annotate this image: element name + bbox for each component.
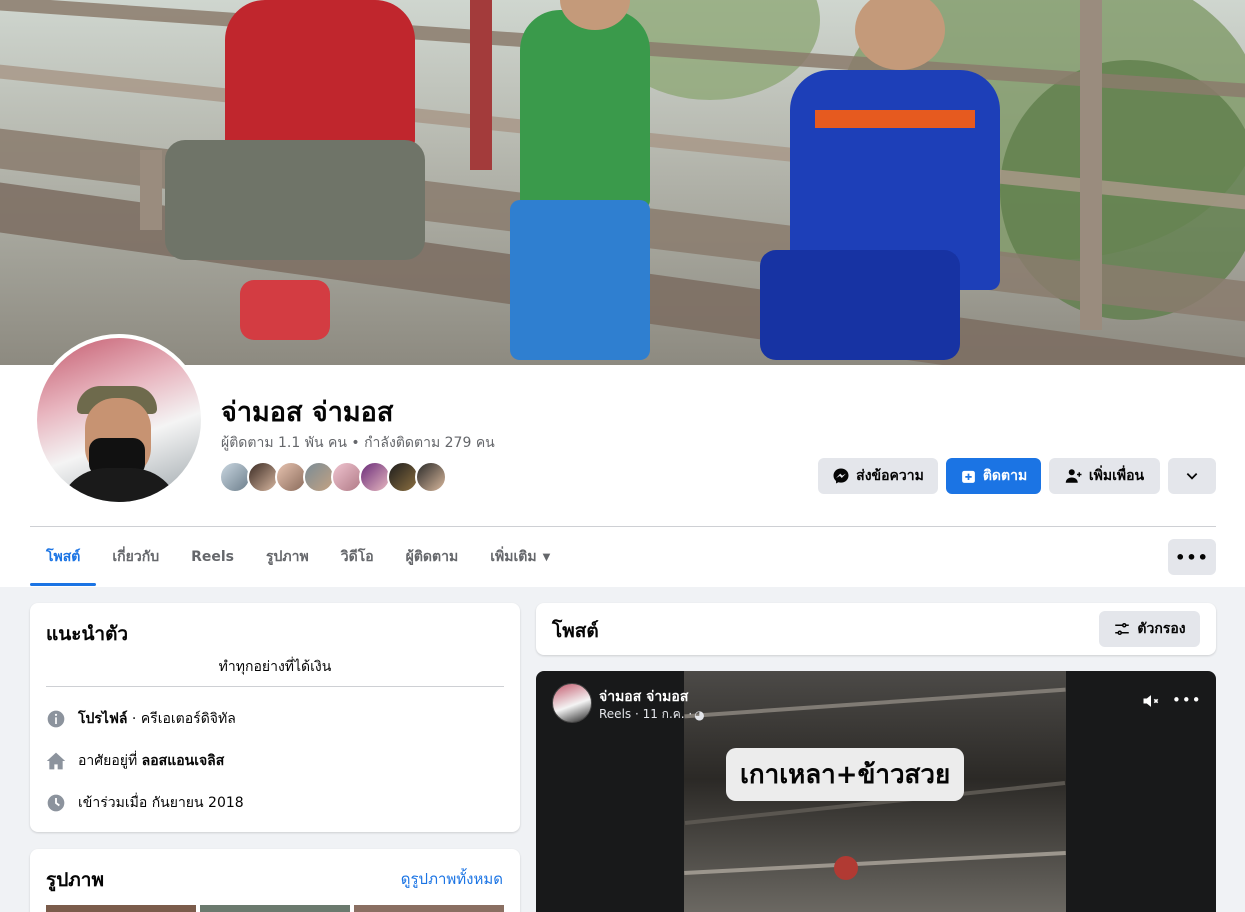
follow-label: ติดตาม: [982, 468, 1028, 484]
caret-down-icon: ▼: [542, 551, 551, 563]
photo-thumbnail[interactable]: [200, 905, 350, 912]
lives-in-prefix: อาศัยอยู่ที่: [78, 753, 142, 769]
filter-icon: [1115, 623, 1130, 635]
tab-more-label: เพิ่มเติม: [490, 549, 537, 565]
add-friend-label: เพิ่มเพื่อน: [1088, 468, 1145, 484]
photos-title: รูปภาพ: [46, 869, 104, 891]
profile-tabs: โพสต์ เกี่ยวกับ Reels รูปภาพ วิดีโอ ผู้ต…: [30, 528, 566, 586]
post-author-avatar[interactable]: [552, 683, 592, 723]
mute-icon[interactable]: [1140, 691, 1162, 715]
tabs-more-options-button[interactable]: •••: [1168, 539, 1216, 575]
cover-person-doraemon-outfit: [520, 10, 650, 210]
filter-button[interactable]: ตัวกรอง: [1099, 611, 1200, 647]
profile-type-label: โปรไฟล์: [78, 711, 128, 727]
intro-card: แนะนำตัว ทำทุกอย่างที่ได้เงิน โปรไฟล์ · …: [30, 603, 520, 832]
post-meta-text: Reels · 11 ก.ค. ·: [599, 707, 693, 721]
lives-in-city-link[interactable]: ลอสแอนเจลิส: [142, 753, 225, 769]
cover-person-camo-pants: [165, 140, 425, 260]
photos-card: รูปภาพ ดูรูปภาพทั้งหมด: [30, 849, 520, 912]
cover-photo[interactable]: [0, 0, 1245, 365]
tab-posts[interactable]: โพสต์: [30, 528, 97, 586]
cover-person-red-shirt: [225, 0, 415, 150]
globe-icon: ◕: [694, 707, 705, 722]
clock-icon: [46, 793, 66, 813]
friend-avatars[interactable]: [219, 461, 447, 493]
see-all-photos-link[interactable]: ดูรูปภาพทั้งหมด: [401, 867, 503, 891]
tab-followers[interactable]: ผู้ติดตาม: [390, 528, 475, 586]
intro-row-joined: เข้าร่วมเมื่อ กันยายน 2018: [46, 792, 244, 814]
intro-divider: [46, 686, 504, 687]
video-caption-overlay: เกาเหลา+ข้าวสวย: [726, 748, 965, 801]
tab-videos[interactable]: วิดีโอ: [325, 528, 390, 586]
post-meta: Reels · 11 ก.ค. · ◕: [599, 705, 705, 724]
chevron-down-icon: [1186, 473, 1198, 480]
intro-title: แนะนำตัว: [46, 623, 129, 645]
tab-photos[interactable]: รูปภาพ: [250, 528, 325, 586]
intro-row-lives-in: อาศัยอยู่ที่ ลอสแอนเจลิส: [46, 750, 224, 772]
tab-about[interactable]: เกี่ยวกับ: [96, 528, 175, 586]
tab-reels[interactable]: Reels: [175, 528, 250, 586]
messenger-icon: [833, 468, 849, 484]
posts-title: โพสต์: [552, 620, 599, 642]
follower-stats[interactable]: ผู้ติดตาม 1.1 พัน คน • กำลังติดตาม 279 ค…: [221, 432, 495, 454]
add-friend-icon: [1065, 469, 1082, 483]
profile-name: จ่ามอส จ่ามอส: [221, 397, 394, 428]
intro-row-profile: โปรไฟล์ · ครีเอเตอร์ดิจิทัล: [46, 708, 236, 730]
post-options-icon[interactable]: •••: [1172, 691, 1202, 709]
message-label: ส่งข้อความ: [856, 468, 924, 484]
filter-label: ตัวกรอง: [1137, 621, 1186, 637]
home-icon: [46, 751, 66, 771]
photo-thumbnail[interactable]: [354, 905, 504, 912]
bio-text: ทำทุกอย่างที่ได้เงิน: [218, 659, 332, 675]
reel-post[interactable]: เกาเหลา+ข้าวสวย จ่ามอส จ่ามอส Reels · 11…: [536, 671, 1216, 912]
message-button[interactable]: ส่งข้อความ: [818, 458, 938, 494]
posts-header-card: โพสต์ ตัวกรอง: [536, 603, 1216, 655]
info-icon: [46, 709, 66, 729]
photo-thumbnails: [46, 905, 504, 912]
friend-avatar[interactable]: [415, 461, 447, 493]
more-actions-button[interactable]: [1168, 458, 1216, 494]
profile-picture[interactable]: [33, 334, 205, 506]
tab-more[interactable]: เพิ่มเติม ▼: [474, 528, 566, 586]
profile-type-value: · ครีเอเตอร์ดิจิทัล: [127, 711, 236, 727]
joined-text: เข้าร่วมเมื่อ กันยายน 2018: [78, 795, 244, 811]
ellipsis-icon: •••: [1175, 547, 1209, 567]
header-divider: [30, 526, 1216, 527]
follow-button[interactable]: ติดตาม: [946, 458, 1041, 494]
follow-icon: [961, 470, 975, 483]
photo-thumbnail[interactable]: [46, 905, 196, 912]
add-friend-button[interactable]: เพิ่มเพื่อน: [1049, 458, 1160, 494]
